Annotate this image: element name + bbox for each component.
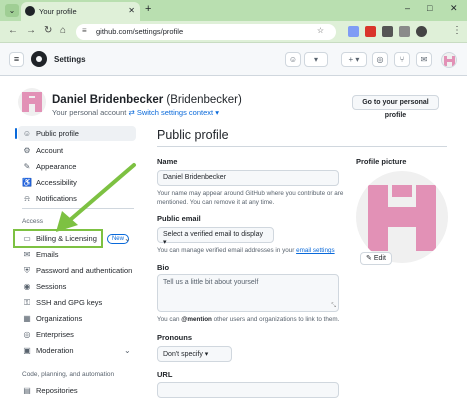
annotation-arrow (56, 163, 136, 232)
annotation-arrow-shaft (68, 163, 136, 222)
